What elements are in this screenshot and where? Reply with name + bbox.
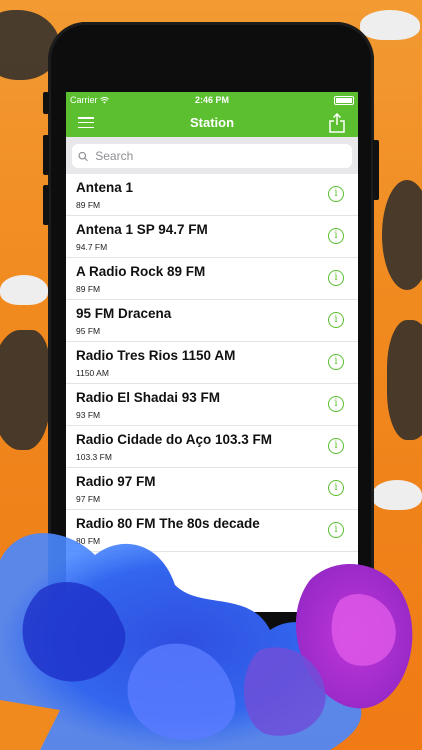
station-frequency: 89 FM bbox=[76, 200, 101, 210]
status-bar: Carrier 2:46 PM bbox=[66, 92, 358, 108]
search-input[interactable] bbox=[93, 148, 346, 164]
station-name: Antena 1 bbox=[76, 180, 134, 195]
share-icon[interactable] bbox=[328, 112, 346, 133]
phone-side-button bbox=[43, 92, 49, 114]
station-frequency: 1150 AM bbox=[76, 368, 109, 378]
station-row[interactable]: Radio Cidade do Aço 103.3 FM 103.3 FM i bbox=[66, 426, 358, 468]
search-bar-container bbox=[66, 137, 358, 174]
navigation-bar: Station bbox=[66, 108, 358, 137]
info-icon[interactable]: i bbox=[328, 228, 344, 244]
station-row[interactable]: Radio Tres Rios 1150 AM 1150 AM i bbox=[66, 342, 358, 384]
status-time: 2:46 PM bbox=[194, 95, 229, 105]
station-frequency: 94.7 FM bbox=[76, 242, 108, 252]
info-icon[interactable]: i bbox=[328, 354, 344, 370]
station-name: Radio 97 FM bbox=[76, 474, 156, 489]
info-icon[interactable]: i bbox=[328, 312, 344, 328]
info-icon[interactable]: i bbox=[328, 270, 344, 286]
info-icon[interactable]: i bbox=[328, 480, 344, 496]
station-name: 95 FM Dracena bbox=[76, 306, 172, 321]
station-name: Radio Tres Rios 1150 AM bbox=[76, 348, 236, 363]
cloud-decoration bbox=[360, 10, 420, 40]
station-name: A Radio Rock 89 FM bbox=[76, 264, 206, 279]
cloud-decoration bbox=[0, 275, 48, 305]
phone-side-button bbox=[43, 185, 49, 225]
info-icon[interactable]: i bbox=[328, 438, 344, 454]
station-frequency: 89 FM bbox=[76, 284, 101, 294]
search-bar[interactable] bbox=[72, 144, 352, 168]
battery-icon bbox=[334, 95, 354, 105]
station-row[interactable]: Antena 1 SP 94.7 FM 94.7 FM i bbox=[66, 216, 358, 258]
hamburger-icon[interactable] bbox=[78, 117, 94, 128]
station-frequency: 95 FM bbox=[76, 326, 101, 336]
station-name: Radio El Shadai 93 FM bbox=[76, 390, 221, 405]
station-frequency: 103.3 FM bbox=[76, 452, 112, 462]
phone-side-button bbox=[43, 135, 49, 175]
station-list: Antena 1 89 FM i Antena 1 SP 94.7 FM 94.7 FM… bbox=[66, 174, 358, 552]
station-frequency: 93 FM bbox=[76, 410, 101, 420]
info-icon[interactable]: i bbox=[328, 396, 344, 412]
background-shape bbox=[387, 320, 422, 440]
station-row[interactable]: Radio El Shadai 93 FM 93 FM i bbox=[66, 384, 358, 426]
station-name: Antena 1 SP 94.7 FM bbox=[76, 222, 208, 237]
background-shape bbox=[382, 180, 422, 290]
ink-splash-decoration bbox=[0, 533, 413, 750]
station-name: Radio Cidade do Aço 103.3 FM bbox=[76, 432, 273, 447]
station-row[interactable]: A Radio Rock 89 FM 89 FM i bbox=[66, 258, 358, 300]
page-title: Station bbox=[189, 115, 235, 130]
search-icon bbox=[78, 151, 88, 161]
phone-side-button bbox=[373, 140, 379, 200]
station-row[interactable]: Antena 1 89 FM i bbox=[66, 174, 358, 216]
background-shape bbox=[0, 330, 50, 450]
station-row[interactable]: 95 FM Dracena 95 FM i bbox=[66, 300, 358, 342]
info-icon[interactable]: i bbox=[328, 186, 344, 202]
